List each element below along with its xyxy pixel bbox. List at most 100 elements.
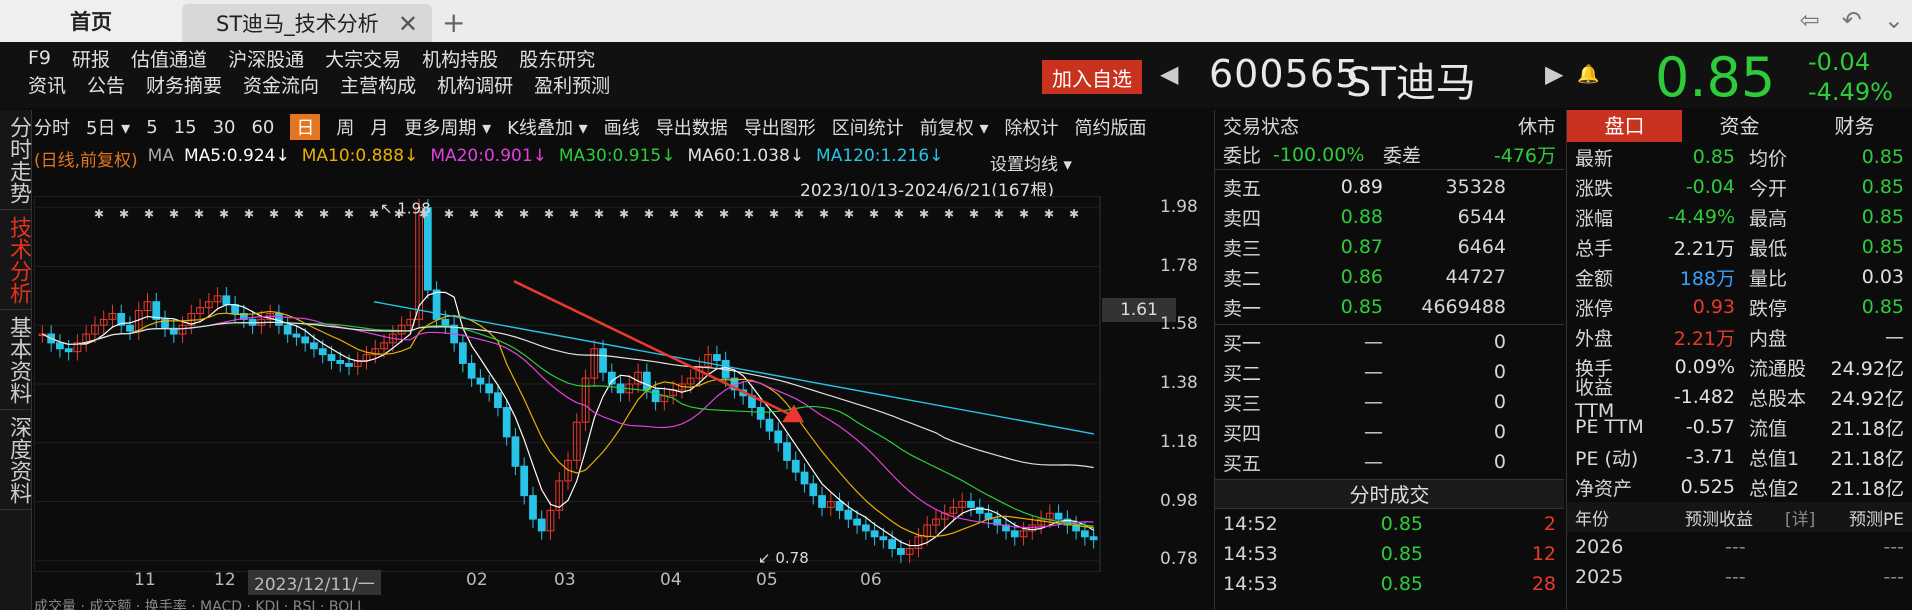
buy-volume: 0: [1493, 421, 1506, 443]
buy-volume: 0: [1493, 391, 1506, 413]
detail-value: 0.03: [1861, 266, 1904, 288]
tab-home[interactable]: 首页: [0, 0, 182, 42]
detail-label: PE (动): [1575, 447, 1639, 470]
forecast-eps: ---: [1725, 566, 1746, 588]
tab-technical-analysis[interactable]: ST迪马_技术分析 ✕: [182, 4, 432, 42]
event-marker: ✱: [694, 207, 704, 221]
sidebar-item[interactable]: 技术分析: [0, 210, 32, 310]
sell-row: 卖二 0.86 44727: [1215, 262, 1564, 292]
back-icon[interactable]: ⇦: [1800, 6, 1820, 34]
toolbar-item[interactable]: 画线: [604, 114, 640, 140]
price-change: -0.04: [1808, 48, 1871, 76]
sidebar-item[interactable]: 深度资料: [0, 410, 32, 510]
new-tab-icon[interactable]: +: [442, 6, 465, 39]
x-tick: 11: [134, 570, 156, 590]
sell-level: 卖一: [1223, 297, 1262, 320]
status-value: 休市: [1517, 115, 1556, 138]
sell-price: 0.86: [1340, 266, 1383, 288]
tick-time: 14:53: [1223, 573, 1278, 595]
menu-row-2: 资讯 公告 财务摘要 资金流向 主营构成 机构调研 盈利预测: [28, 68, 631, 100]
low-label: ↙ 0.78: [758, 549, 809, 567]
detail-row: 净资产 0.525 总值2 21.18亿: [1567, 472, 1912, 502]
detail-value: -1.482: [1673, 386, 1735, 408]
toolbar-item[interactable]: 分时: [34, 114, 70, 140]
sell-volume: 35328: [1445, 176, 1506, 198]
menu-item[interactable]: 资讯: [28, 71, 66, 98]
event-marker: ✱: [294, 207, 304, 221]
kline-chart[interactable]: ↖ 1.98↙ 0.78✱ ✱ ✱ ✱ ✱ ✱ ✱ ✱ ✱ ✱ ✱ ✱ ✱ ✱ ✱ ✱ ✱ ✱ ✱ ✱ ✱ ✱ ✱ ✱ ✱ ✱ ✱ ✱…: [34, 196, 1214, 572]
detail-label: 总值1: [1749, 447, 1800, 470]
buy-price: —: [1364, 361, 1383, 383]
toolbar-item[interactable]: 60: [251, 117, 274, 138]
candle-body: [809, 483, 818, 497]
toolbar-item[interactable]: 周: [336, 114, 354, 140]
ma-value: MA30:0.915↓: [558, 146, 676, 166]
bell-icon[interactable]: 🔔: [1577, 64, 1599, 85]
sell-volume: 6544: [1457, 206, 1506, 228]
chevron-down-icon[interactable]: ⌄: [1884, 6, 1904, 34]
undo-icon[interactable]: ↶: [1842, 6, 1862, 34]
sell-level: 卖五: [1223, 177, 1262, 200]
event-marker: ✱: [569, 207, 579, 221]
tick-row: 14:52 0.85 2: [1215, 509, 1564, 539]
toolbar-item[interactable]: 前复权 ▾: [920, 114, 989, 140]
toolbar-item[interactable]: K线叠加 ▾: [507, 114, 588, 140]
toolbar-item[interactable]: 5日 ▾: [86, 114, 130, 140]
toolbar-item[interactable]: 30: [213, 117, 236, 138]
buy-price: —: [1364, 331, 1383, 353]
toolbar-item[interactable]: 除权计: [1004, 114, 1058, 140]
candle-body: [231, 304, 239, 314]
detail-value: 0.85: [1861, 206, 1904, 228]
detail-value: 21.18亿: [1830, 447, 1904, 470]
detail-tab[interactable]: 资金: [1682, 110, 1797, 142]
toolbar-item[interactable]: 导出数据: [656, 114, 728, 140]
buy-orders: 买一 — 0 买二 — 0 买三 — 0 买四 — 0 买五 — 0: [1215, 325, 1564, 479]
forecast-detail-link[interactable]: [详]: [1785, 505, 1825, 530]
next-stock-icon[interactable]: ▶: [1545, 60, 1563, 88]
toolbar-item[interactable]: 简约版面: [1074, 114, 1146, 140]
toolbar-item[interactable]: 5: [146, 117, 157, 138]
ma-value: MA120:1.216↓: [816, 146, 944, 166]
toolbar-item[interactable]: 月: [370, 114, 388, 140]
toolbar-item[interactable]: 日: [290, 114, 321, 140]
menu-item[interactable]: 资金流向: [243, 71, 319, 98]
menu-item[interactable]: 公告: [87, 71, 125, 98]
detail-tabs: 盘口 资金 财务: [1567, 110, 1912, 142]
toolbar-item[interactable]: 区间统计: [832, 114, 904, 140]
sidebar-item[interactable]: 基本资料: [0, 310, 32, 410]
menu-item[interactable]: 盈利预测: [534, 71, 610, 98]
close-icon[interactable]: ✕: [398, 10, 418, 38]
detail-rows: 最新 0.85 均价 0.85 涨跌 -0.04 今开 0.85 涨幅 -4.49% 最高 0.85 总…: [1567, 142, 1912, 502]
sidebar-item[interactable]: 分时走势: [0, 110, 32, 210]
toolbar-item[interactable]: 导出图形: [744, 114, 816, 140]
menu-item[interactable]: 主营构成: [340, 71, 416, 98]
detail-label: 金额: [1575, 267, 1614, 290]
menu-item[interactable]: 机构调研: [437, 71, 513, 98]
candle-body: [318, 348, 327, 356]
prev-stock-icon[interactable]: ◀: [1160, 60, 1178, 88]
ma-label: MA: [147, 146, 174, 166]
buy-level: 买四: [1223, 422, 1262, 445]
x-tick: 2023/12/11/一: [248, 570, 381, 595]
toolbar-item[interactable]: 更多周期 ▾: [404, 114, 491, 140]
menu-item[interactable]: F9: [28, 47, 51, 69]
forecast-pe: ---: [1883, 536, 1904, 558]
detail-tab[interactable]: 盘口: [1567, 110, 1682, 142]
add-watchlist-button[interactable]: 加入自选: [1042, 60, 1142, 94]
menu-item[interactable]: 财务摘要: [146, 71, 222, 98]
candle-body: [511, 436, 520, 467]
detail-value: 0.525: [1680, 476, 1735, 498]
ma-setting-button[interactable]: 设置均线 ▾: [990, 150, 1072, 175]
detail-tab[interactable]: 财务: [1797, 110, 1912, 142]
toolbar-item[interactable]: 15: [174, 117, 197, 138]
event-marker: ✱: [994, 207, 1004, 221]
tab-bar: 首页 ST迪马_技术分析 ✕ + ⇦ ↶ ⌄: [0, 0, 1912, 42]
event-marker: ✱: [969, 207, 979, 221]
y-tick: 1.58: [1160, 314, 1198, 335]
buy-row: 买四 — 0: [1215, 417, 1564, 447]
detail-value: -0.57: [1685, 416, 1735, 438]
candle-body: [336, 360, 345, 364]
detail-label: 总值2: [1749, 477, 1800, 500]
detail-value: 0.85: [1861, 176, 1904, 198]
candle-body: [870, 530, 879, 538]
